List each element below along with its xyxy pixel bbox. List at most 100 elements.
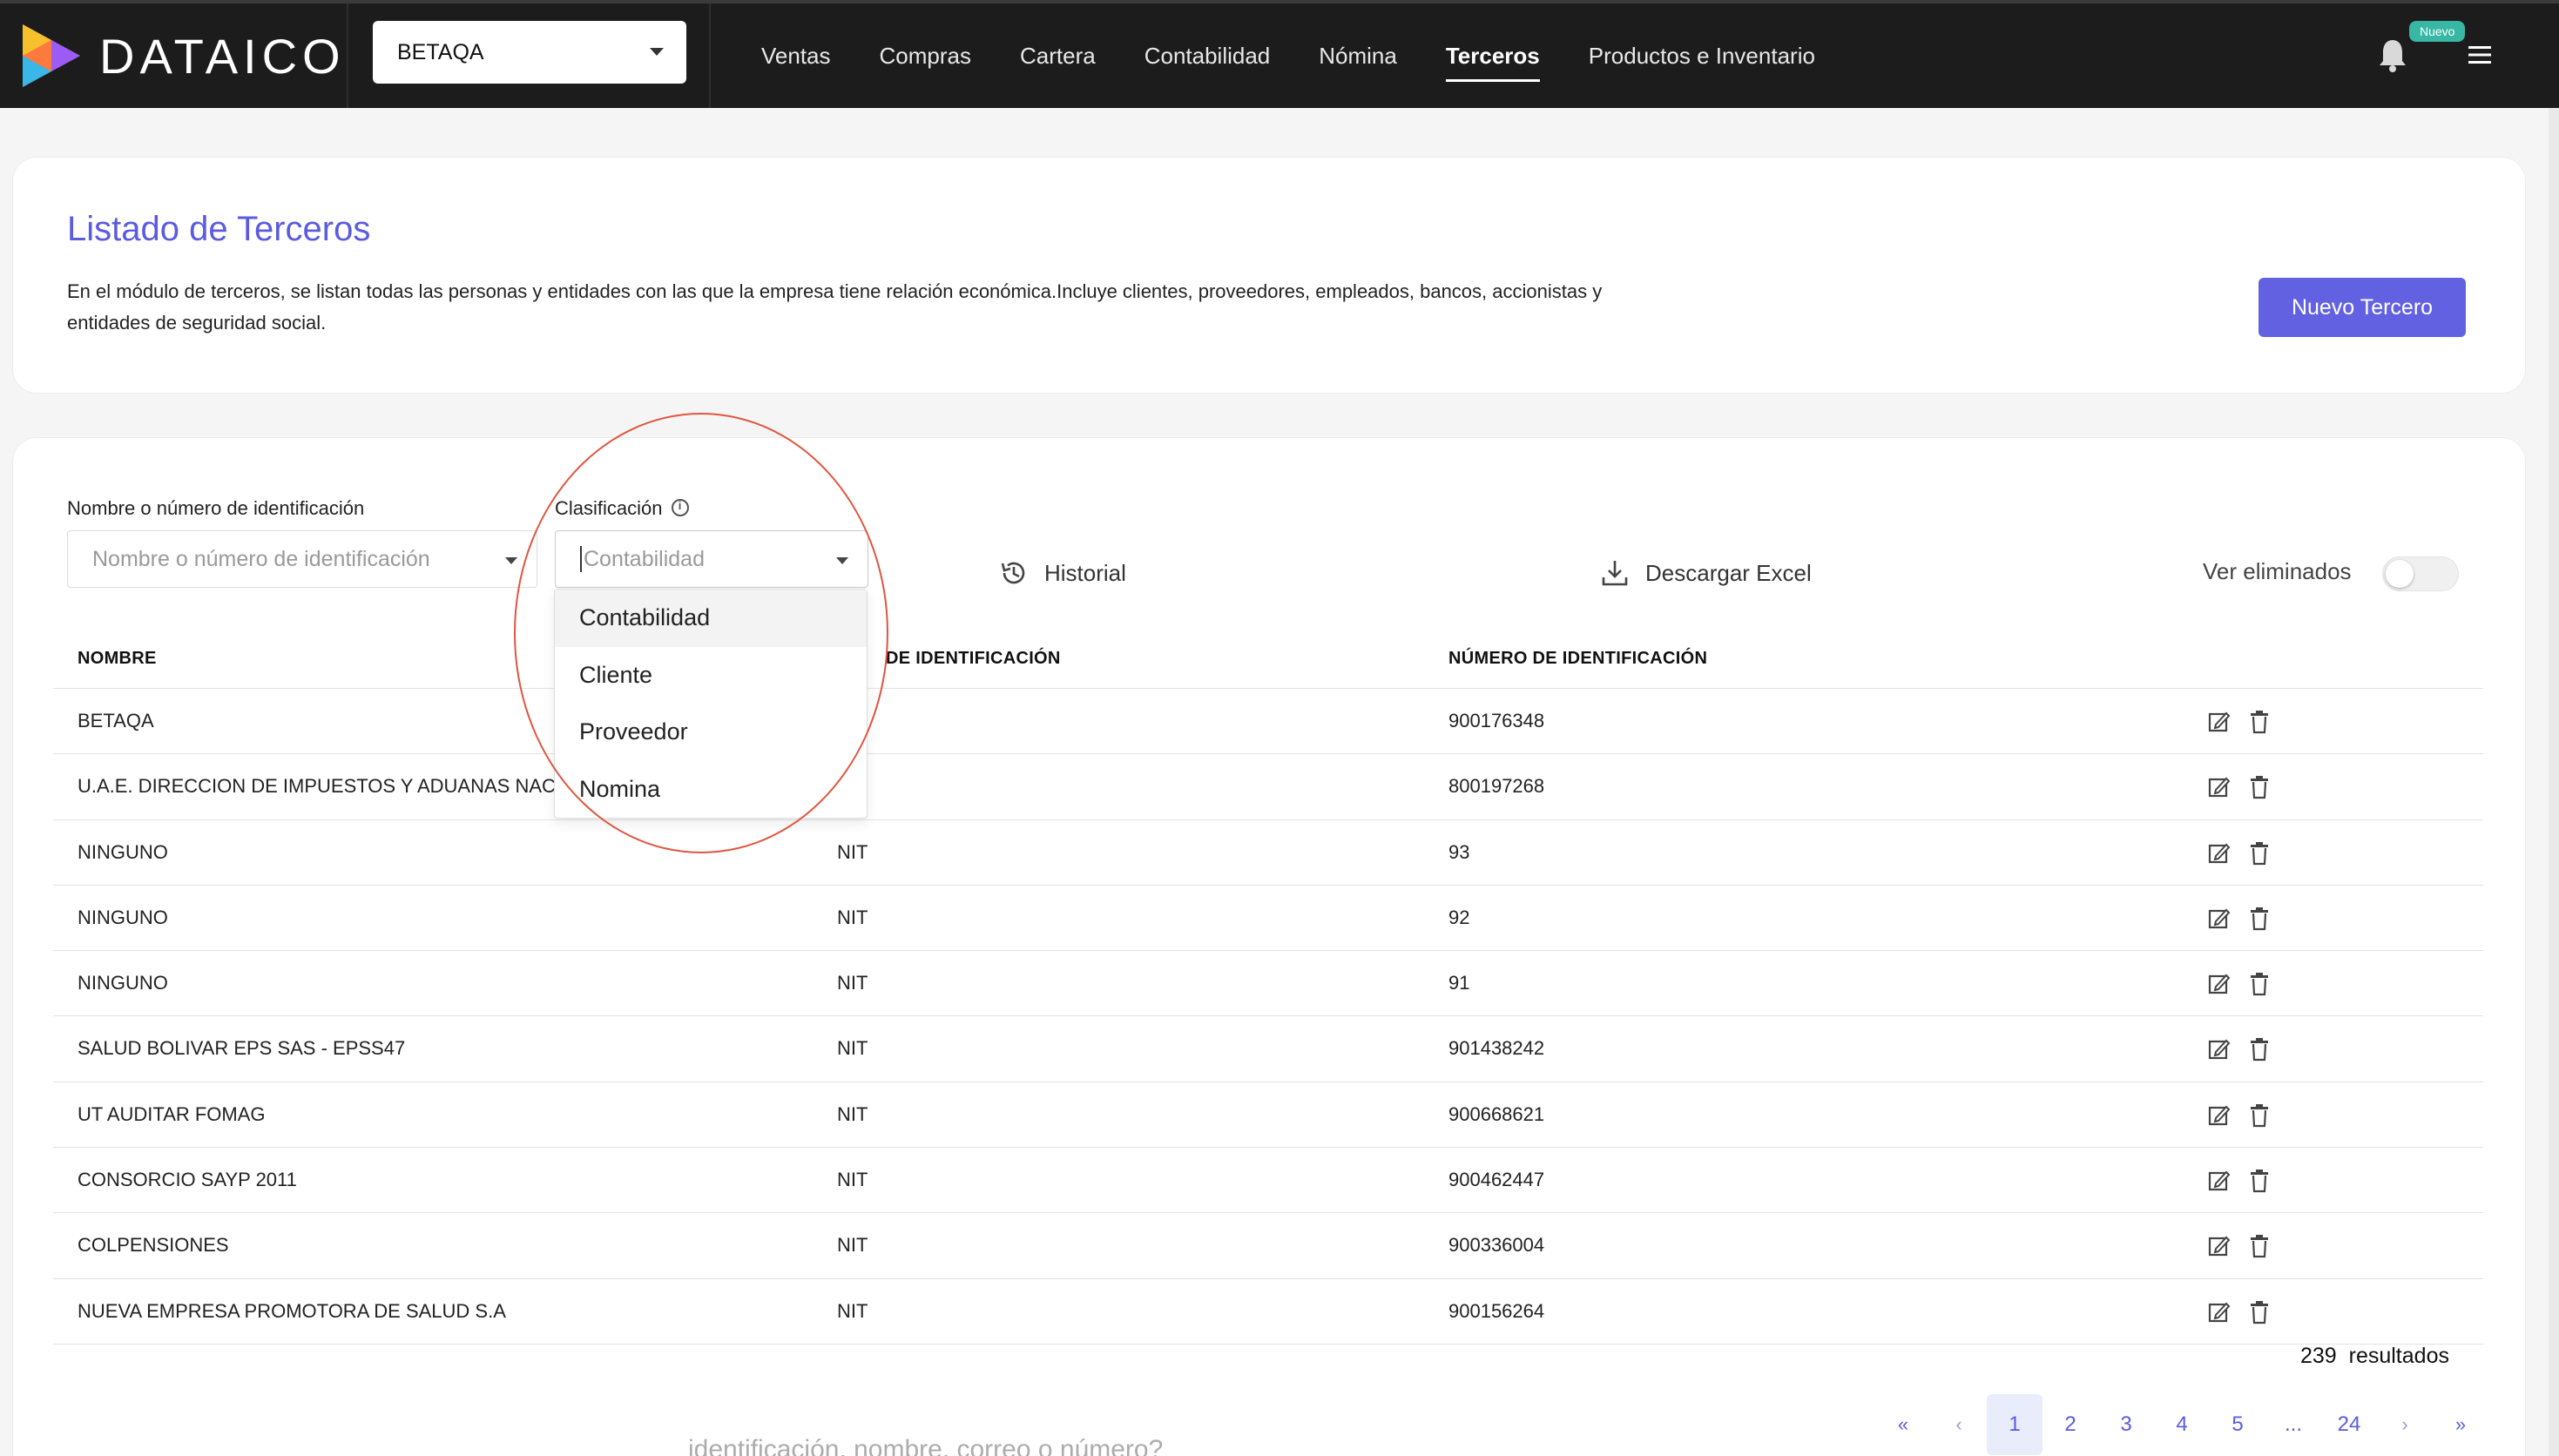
edit-icon[interactable] [2208, 1103, 2231, 1128]
option-nomina[interactable]: Nomina [555, 761, 867, 819]
cell-nombre: CONSORCIO SAYP 2011 [78, 1169, 297, 1191]
cell-numero: 900668621 [1448, 1102, 1545, 1125]
option-cliente[interactable]: Cliente [555, 647, 867, 704]
page-title: Listado de Terceros [67, 210, 371, 248]
page-first[interactable]: « [1875, 1394, 1931, 1455]
results-count: 239 resultados [2300, 1344, 2449, 1369]
page-scrollbar[interactable] [2549, 108, 2559, 1456]
cell-numero: 901438242 [1448, 1037, 1545, 1060]
trash-icon[interactable] [2250, 1234, 2272, 1258]
info-icon[interactable] [671, 499, 689, 517]
table-row[interactable]: NINGUNO NIT 92 [53, 886, 2483, 952]
cell-tipo: NIT [837, 1102, 868, 1125]
table-row[interactable]: NINGUNO NIT 93 [53, 820, 2483, 886]
download-icon [1602, 561, 1628, 586]
cell-numero: 900336004 [1448, 1234, 1545, 1257]
cell-numero: 800197268 [1448, 775, 1545, 798]
classification-select[interactable]: Contabilidad [555, 530, 868, 588]
trash-icon[interactable] [2250, 841, 2272, 866]
page-3[interactable]: 3 [2098, 1394, 2154, 1455]
hamburger-menu-icon[interactable] [2468, 45, 2491, 64]
nav-contabilidad[interactable]: Contabilidad [1120, 3, 1295, 108]
page-1[interactable]: 1 [1987, 1394, 2042, 1455]
cell-tipo: NIT [837, 972, 868, 994]
edit-icon[interactable] [2208, 1234, 2231, 1258]
table-row[interactable]: U.A.E. DIRECCION DE IMPUESTOS Y ADUANAS … [53, 754, 2483, 820]
new-badge: Nuevo [2409, 21, 2466, 42]
name-filter-input[interactable]: Nombre o número de identificación [67, 530, 537, 588]
dataico-logo-icon [23, 24, 80, 87]
cell-tipo: NIT [837, 1037, 868, 1060]
classification-label-text: Clasificación [555, 497, 663, 519]
trash-icon[interactable] [2250, 972, 2272, 996]
dataico-logo[interactable]: DATAICO [23, 21, 346, 91]
nav-cartera[interactable]: Cartera [996, 3, 1120, 108]
nav-productos-inventario[interactable]: Productos e Inventario [1564, 3, 1840, 108]
edit-icon[interactable] [2208, 775, 2231, 799]
top-navbar: DATAICO BETAQA Ventas Compras Cartera Co… [0, 0, 2559, 108]
trash-icon[interactable] [2250, 907, 2272, 931]
option-proveedor[interactable]: Proveedor [555, 704, 867, 761]
table-body: BETAQA 900176348 U.A.E. DIRECCION DE IMPUE… [53, 689, 2483, 1345]
page-2[interactable]: 2 [2042, 1394, 2098, 1455]
table-row[interactable]: BETAQA 900176348 [53, 689, 2483, 755]
table-row[interactable]: SALUD BOLIVAR EPS SAS - EPSS47 NIT 9014382… [53, 1016, 2483, 1082]
edit-icon[interactable] [2208, 710, 2231, 734]
divider [347, 3, 348, 108]
nav-ventas[interactable]: Ventas [737, 3, 855, 108]
caret-down-icon [505, 557, 517, 564]
trash-icon[interactable] [2250, 1169, 2272, 1193]
col-tipo-identificacion: DE IDENTIFICACIÓN [886, 649, 1061, 668]
table-row[interactable]: COLPENSIONES NIT 900336004 [53, 1213, 2483, 1279]
edit-icon[interactable] [2208, 972, 2231, 996]
trash-icon[interactable] [2250, 775, 2272, 799]
edit-icon[interactable] [2208, 841, 2231, 866]
edit-icon[interactable] [2208, 1300, 2231, 1325]
show-deleted-toggle[interactable] [2382, 556, 2459, 591]
nav-terceros[interactable]: Terceros [1421, 3, 1564, 108]
bell-icon[interactable] [2378, 38, 2407, 73]
name-filter-placeholder: Nombre o número de identificación [92, 546, 430, 571]
caret-down-icon [650, 48, 664, 56]
nav-compras[interactable]: Compras [855, 3, 996, 108]
trash-icon[interactable] [2250, 710, 2272, 734]
name-filter-label: Nombre o número de identificación [67, 497, 365, 519]
page-prev[interactable]: ‹ [1931, 1394, 1987, 1455]
cell-nombre: NINGUNO [78, 906, 168, 928]
overlapping-hint-text: identificación, nombre, correo o número? [688, 1435, 1164, 1456]
cell-tipo: NIT [837, 1169, 868, 1191]
terceros-list-card: Nombre o número de identificación Nombre… [12, 437, 2526, 1456]
cell-nombre: NUEVA EMPRESA PROMOTORA DE SALUD S.A [78, 1299, 506, 1322]
caret-down-icon [836, 557, 848, 564]
option-contabilidad[interactable]: Contabilidad [555, 590, 867, 647]
table-row[interactable]: CONSORCIO SAYP 2011 NIT 900462447 [53, 1148, 2483, 1214]
cell-tipo: NIT [837, 840, 868, 863]
table-row[interactable]: UT AUDITAR FOMAG NIT 900668621 [53, 1082, 2483, 1149]
cell-numero: 91 [1448, 972, 1470, 994]
table-row[interactable]: NUEVA EMPRESA PROMOTORA DE SALUD S.A NIT 9… [53, 1279, 2483, 1345]
page-5[interactable]: 5 [2210, 1394, 2265, 1455]
new-tercero-button[interactable]: Nuevo Tercero [2259, 278, 2466, 337]
cell-nombre: NINGUNO [78, 972, 168, 994]
classification-placeholder: Contabilidad [584, 546, 705, 571]
trash-icon[interactable] [2250, 1300, 2272, 1325]
text-cursor [580, 546, 582, 572]
history-icon [1001, 562, 1025, 584]
company-select[interactable]: BETAQA [373, 21, 686, 84]
pagination: « ‹ 1 2 3 4 5 ... 24 › » [1875, 1394, 2488, 1455]
cell-numero: 900176348 [1448, 710, 1545, 731]
edit-icon[interactable] [2208, 1169, 2231, 1193]
page-last[interactable]: » [2433, 1394, 2488, 1455]
edit-icon[interactable] [2208, 907, 2231, 931]
history-button[interactable]: Historial [999, 558, 1126, 588]
page-next[interactable]: › [2377, 1394, 2433, 1455]
download-excel-button[interactable]: Descargar Excel [1600, 558, 1812, 588]
page-4[interactable]: 4 [2154, 1394, 2210, 1455]
download-excel-label: Descargar Excel [1645, 559, 1812, 586]
nav-nomina[interactable]: Nómina [1294, 3, 1421, 108]
trash-icon[interactable] [2250, 1103, 2272, 1128]
table-row[interactable]: NINGUNO NIT 91 [53, 951, 2483, 1017]
edit-icon[interactable] [2208, 1037, 2231, 1062]
trash-icon[interactable] [2250, 1037, 2272, 1062]
page-24[interactable]: 24 [2321, 1394, 2377, 1455]
